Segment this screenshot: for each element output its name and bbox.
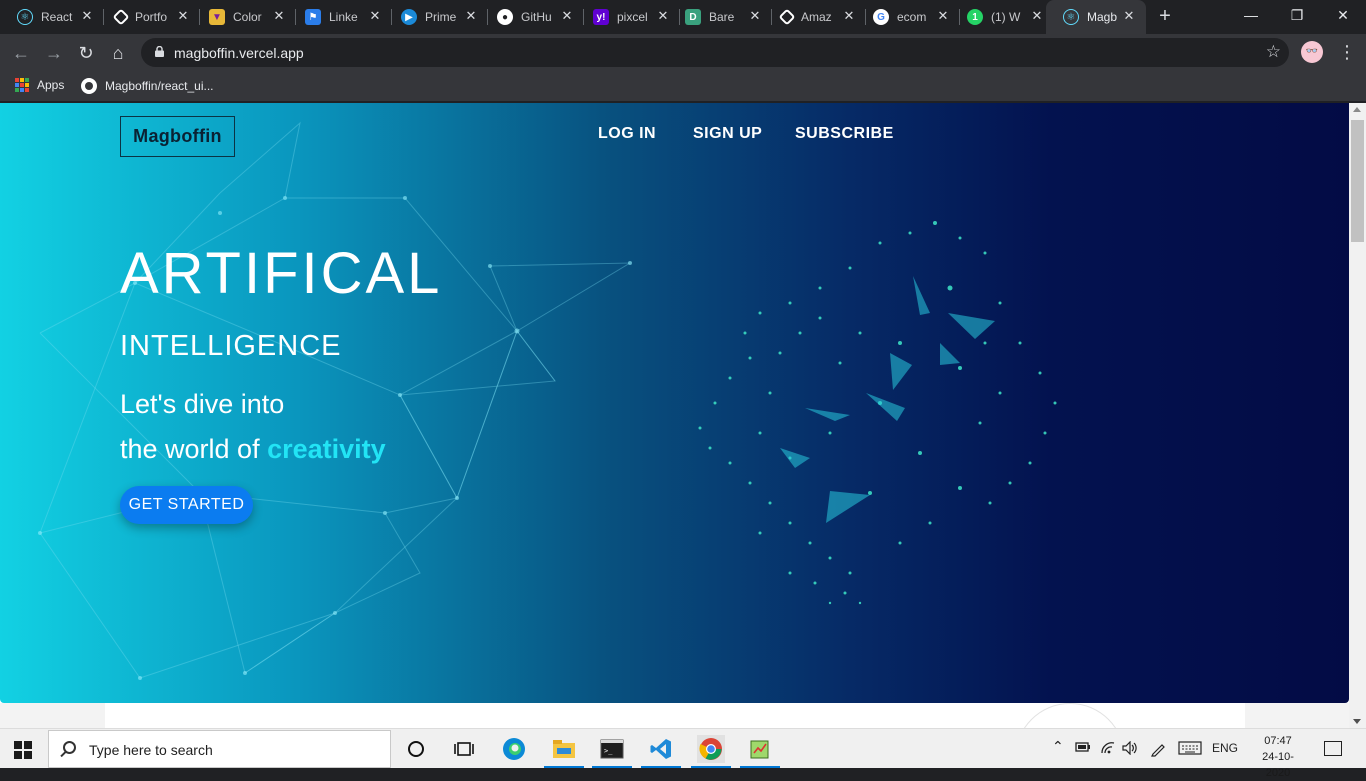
scroll-down-icon[interactable]: [1353, 719, 1361, 724]
forward-icon[interactable]: →: [43, 42, 65, 64]
bookmark-github[interactable]: Magboffin/react_ui...: [81, 78, 214, 94]
play-icon: ▶: [401, 9, 417, 25]
close-tab-icon[interactable]: ✕: [464, 9, 478, 23]
search-icon: [63, 741, 76, 754]
windows-start-icon[interactable]: [14, 741, 32, 759]
hero-subtitle: INTELLIGENCE: [120, 330, 342, 362]
page-viewport: Magboffin LOG IN SIGN UP SUBSCRIBE ARTIF…: [0, 103, 1366, 728]
hero-section: Magboffin LOG IN SIGN UP SUBSCRIBE ARTIF…: [0, 103, 1349, 703]
new-tab-icon[interactable]: +: [1155, 6, 1175, 26]
close-tab-icon[interactable]: ✕: [368, 9, 382, 23]
ai-head-illustration: [698, 221, 1057, 605]
codesandbox-icon: [112, 8, 130, 26]
browser-toolbar: ← → ↻ ⌂ magboffin.vercel.app ☆: [0, 34, 1366, 72]
terminal-icon[interactable]: >_: [598, 735, 626, 763]
scroll-up-icon[interactable]: [1353, 107, 1361, 112]
system-clock[interactable]: 07:47 24-10-2020: [1250, 733, 1306, 781]
bookmark-star-icon[interactable]: ☆: [1266, 42, 1281, 62]
minimize-icon[interactable]: —: [1228, 0, 1274, 32]
whatsapp-icon: 1: [967, 9, 983, 25]
hero-tagline-2: the world of creativity: [120, 434, 386, 465]
close-tab-icon[interactable]: ✕: [176, 9, 190, 23]
language-indicator[interactable]: ENG: [1212, 741, 1238, 755]
tab-amazon[interactable]: Amaz ✕: [762, 0, 866, 34]
clock-date: 24-10-2020: [1262, 751, 1294, 779]
menu-icon[interactable]: ⋮: [1338, 40, 1356, 64]
tab-bare[interactable]: D Bare ✕: [668, 0, 772, 34]
close-tab-icon[interactable]: ✕: [80, 9, 94, 23]
wifi-icon[interactable]: [1100, 741, 1116, 758]
windows-taskbar: Type here to search >_ ⌃ ENG 07:47 24-10…: [0, 728, 1366, 779]
tab-prime[interactable]: ▶ Prime ✕: [384, 0, 488, 34]
taskbar-search-box[interactable]: Type here to search: [48, 730, 391, 768]
tab-linkedin[interactable]: ⚑ Linke ✕: [288, 0, 392, 34]
close-tab-icon[interactable]: ✕: [560, 9, 574, 23]
tab-color[interactable]: ▼ Color ✕: [192, 0, 296, 34]
close-tab-icon[interactable]: ✕: [842, 9, 856, 23]
yahoo-icon: y!: [593, 9, 609, 25]
svg-text:>_: >_: [604, 747, 613, 755]
shield-icon: ▼: [209, 9, 225, 25]
codesandbox-icon: [778, 8, 796, 26]
bookmarks-bar: Apps Magboffin/react_ui...: [0, 72, 1366, 102]
close-window-icon[interactable]: ✕: [1320, 0, 1366, 32]
tagline-accent: creativity: [267, 434, 386, 464]
brand-logo[interactable]: Magboffin: [120, 116, 235, 157]
page-scrollbar[interactable]: [1349, 103, 1366, 728]
nav-signup-link[interactable]: SIGN UP: [693, 125, 762, 143]
google-icon: G: [873, 9, 889, 25]
address-bar[interactable]: magboffin.vercel.app ☆: [141, 38, 1289, 67]
tab-github[interactable]: ● GitHu ✕: [480, 0, 584, 34]
github-icon: [81, 78, 97, 94]
back-icon[interactable]: ←: [10, 42, 32, 64]
touch-keyboard-icon[interactable]: [1178, 741, 1202, 758]
react-icon: ⚛: [17, 9, 33, 25]
pen-icon[interactable]: [1150, 741, 1166, 760]
tab-magboffin[interactable]: ⚛ Magb ✕: [1046, 0, 1146, 34]
get-started-button[interactable]: GET STARTED: [120, 486, 253, 524]
tab-react[interactable]: ⚛ React ✕: [0, 0, 104, 34]
volume-icon[interactable]: [1122, 740, 1138, 758]
notification-center-icon[interactable]: [1324, 741, 1342, 756]
close-tab-icon[interactable]: ✕: [748, 9, 762, 23]
nav-login-link[interactable]: LOG IN: [598, 125, 656, 143]
lock-icon: [155, 46, 164, 57]
battery-icon[interactable]: [1075, 741, 1091, 756]
apps-grid-icon: [15, 78, 29, 92]
tab-portfolio[interactable]: Portfo ✕: [96, 0, 200, 34]
vscode-icon[interactable]: [647, 735, 675, 763]
flag-icon: ⚑: [305, 9, 321, 25]
notepad-icon[interactable]: [746, 735, 774, 763]
edge-icon[interactable]: [500, 735, 528, 763]
github-icon: ●: [497, 9, 513, 25]
task-view-icon[interactable]: [450, 735, 478, 763]
file-explorer-icon[interactable]: [550, 735, 578, 763]
tab-strip: ⚛ React ✕ Portfo ✕ ▼ Color ✕ ⚑ Linke ✕ ▶…: [0, 0, 1366, 34]
react-icon: ⚛: [1063, 9, 1079, 25]
bare-icon: D: [685, 9, 701, 25]
tab-ecom[interactable]: G ecom ✕: [856, 0, 960, 34]
close-tab-icon[interactable]: ✕: [1030, 9, 1044, 23]
tab-whatsapp[interactable]: 1 (1) W ✕: [950, 0, 1054, 34]
nav-subscribe-link[interactable]: SUBSCRIBE: [795, 125, 894, 143]
hero-title: ARTIFICAL: [120, 241, 443, 306]
restore-icon[interactable]: ❐: [1274, 0, 1320, 32]
url-text: magboffin.vercel.app: [174, 45, 304, 61]
reload-icon[interactable]: ↻: [75, 42, 97, 64]
close-tab-icon[interactable]: ✕: [936, 9, 950, 23]
hero-tagline-1: Let's dive into: [120, 389, 285, 419]
chrome-icon[interactable]: [697, 735, 725, 763]
close-tab-icon[interactable]: ✕: [1122, 9, 1136, 23]
close-tab-icon[interactable]: ✕: [272, 9, 286, 23]
bookmark-apps[interactable]: Apps: [15, 78, 64, 92]
home-icon[interactable]: ⌂: [107, 42, 129, 64]
tagline-prefix: the world of: [120, 434, 260, 464]
scroll-thumb[interactable]: [1351, 120, 1364, 242]
tab-pixcel[interactable]: y! pixcel ✕: [576, 0, 680, 34]
profile-avatar[interactable]: 👓: [1301, 41, 1323, 63]
clock-time: 07:47: [1264, 735, 1292, 747]
show-hidden-icons-chevron-icon[interactable]: ⌃: [1052, 738, 1064, 755]
cortana-icon[interactable]: [402, 735, 430, 763]
